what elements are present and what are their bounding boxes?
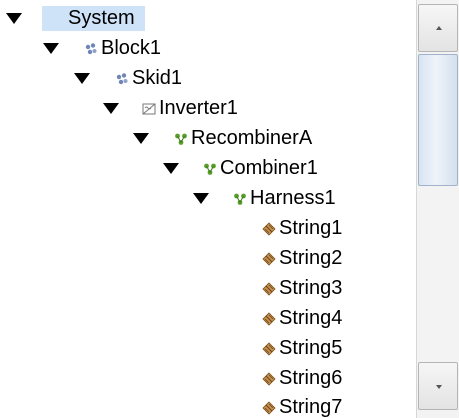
tree-node-string7[interactable]: String7	[262, 395, 342, 418]
skid-icon	[115, 72, 129, 86]
tree-node-block1[interactable]: Block1	[84, 36, 161, 61]
tree-view-panel: System Block1 Skid1 Inverter1 Recombiner…	[0, 0, 459, 418]
tree-row-string6[interactable]: String6	[0, 364, 416, 393]
string-icon	[262, 221, 276, 236]
tree-row-system[interactable]: System	[0, 4, 416, 33]
scroll-thumb[interactable]	[418, 54, 458, 186]
system-tree: System Block1 Skid1 Inverter1 Recombiner…	[0, 0, 416, 418]
tree-row-string4[interactable]: String4	[0, 304, 416, 333]
tree-node-string6[interactable]: String6	[262, 366, 342, 391]
node-label: Skid1	[132, 67, 183, 89]
chevron-up-icon	[436, 26, 442, 30]
string-icon	[262, 341, 276, 356]
vertical-scrollbar[interactable]	[416, 0, 459, 418]
node-label: Harness1	[250, 187, 336, 209]
tree-row-skid1[interactable]: Skid1	[0, 64, 416, 93]
tree-node-harness1[interactable]: Harness1	[233, 186, 336, 211]
string-icon	[262, 400, 276, 415]
string-icon	[262, 371, 276, 386]
scroll-up-button[interactable]	[418, 4, 458, 52]
tree-node-inverter1[interactable]: Inverter1	[142, 96, 238, 121]
expand-toggle-icon[interactable]	[133, 133, 149, 144]
node-label: String1	[279, 217, 343, 239]
node-label: Block1	[101, 37, 162, 59]
node-label: System	[42, 6, 145, 31]
tree-row-string5[interactable]: String5	[0, 334, 416, 363]
tree-row-string7[interactable]: String7	[0, 393, 416, 418]
block-icon	[84, 42, 98, 56]
tree-node-string2[interactable]: String2	[262, 246, 342, 271]
tree-node-recombinera[interactable]: RecombinerA	[174, 126, 312, 151]
tree-node-skid1[interactable]: Skid1	[115, 66, 182, 91]
string-icon	[262, 281, 276, 296]
node-label: String5	[279, 337, 343, 359]
expand-toggle-icon[interactable]	[103, 103, 119, 114]
string-icon	[262, 251, 276, 266]
tree-node-string1[interactable]: String1	[262, 216, 342, 241]
harness-icon	[233, 192, 247, 206]
tree-row-string3[interactable]: String3	[0, 274, 416, 303]
node-label: RecombinerA	[191, 127, 313, 149]
chevron-down-icon	[436, 385, 442, 389]
node-label: String4	[279, 307, 343, 329]
node-label: String3	[279, 277, 343, 299]
tree-row-recombinera[interactable]: RecombinerA	[0, 124, 416, 153]
expand-toggle-icon[interactable]	[43, 43, 59, 54]
tree-node-string3[interactable]: String3	[262, 276, 342, 301]
inverter-icon	[142, 102, 156, 116]
tree-node-combiner1[interactable]: Combiner1	[203, 156, 318, 181]
tree-node-string4[interactable]: String4	[262, 306, 342, 331]
node-label: String6	[279, 367, 343, 389]
tree-row-string1[interactable]: String1	[0, 214, 416, 243]
node-label: String2	[279, 247, 343, 269]
scroll-down-button[interactable]	[418, 362, 458, 410]
tree-node-string5[interactable]: String5	[262, 336, 342, 361]
node-label: String7	[279, 396, 343, 418]
expand-toggle-icon[interactable]	[6, 13, 22, 24]
tree-row-harness1[interactable]: Harness1	[0, 184, 416, 213]
string-icon	[262, 311, 276, 326]
node-label: Inverter1	[159, 97, 238, 119]
expand-toggle-icon[interactable]	[74, 73, 90, 84]
tree-row-string2[interactable]: String2	[0, 244, 416, 273]
expand-toggle-icon[interactable]	[193, 193, 209, 204]
tree-row-combiner1[interactable]: Combiner1	[0, 154, 416, 183]
expand-toggle-icon[interactable]	[163, 163, 179, 174]
tree-node-system[interactable]: System	[42, 6, 145, 31]
recombiner-icon	[174, 132, 188, 146]
tree-row-block1[interactable]: Block1	[0, 34, 416, 63]
tree-row-inverter1[interactable]: Inverter1	[0, 94, 416, 123]
combiner-icon	[203, 162, 217, 176]
node-label: Combiner1	[220, 157, 318, 179]
